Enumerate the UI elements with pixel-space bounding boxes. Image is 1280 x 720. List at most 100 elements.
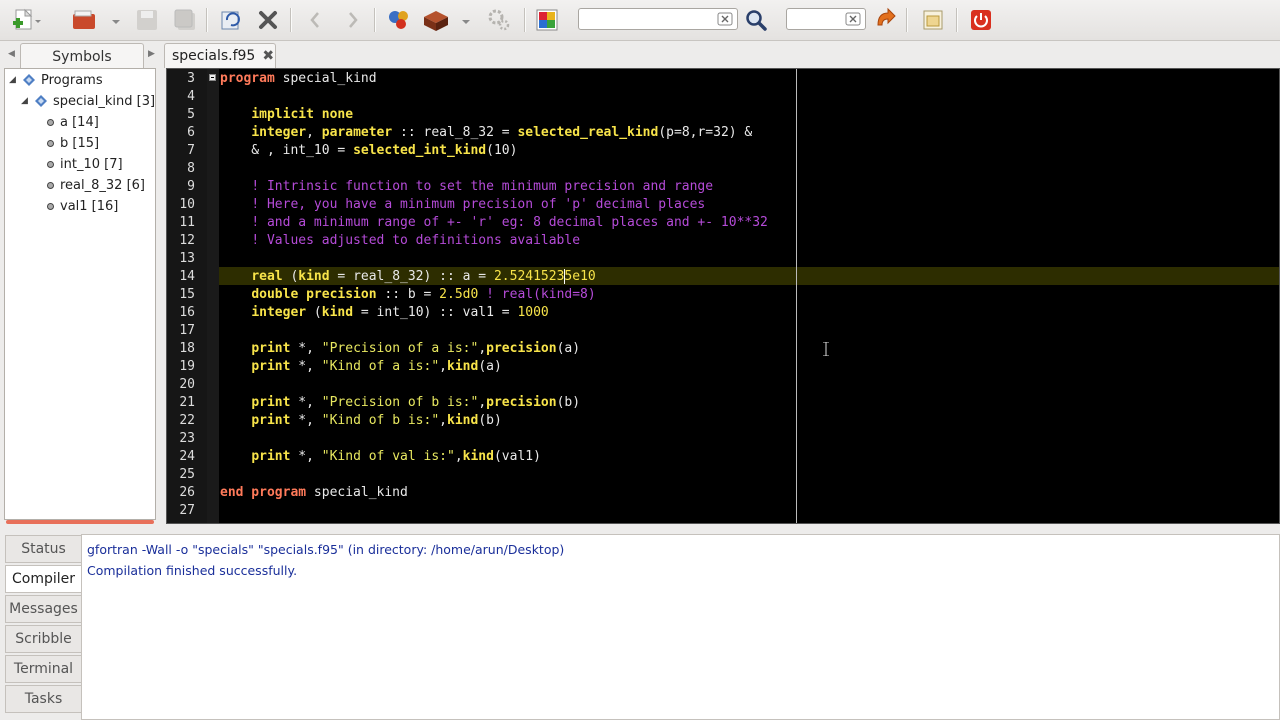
tree-item-b[interactable]: b [15] [47,133,99,153]
tab-scroll-right-icon[interactable]: ▶ [148,49,155,59]
tab-compiler[interactable]: Compiler [5,565,81,593]
forward-button[interactable] [338,6,368,34]
goto-line-field[interactable] [786,8,866,30]
line-source[interactable]: print *, "Precision of b is:",precision(… [220,394,580,412]
save-all-button[interactable] [170,6,200,34]
line-source[interactable]: ! and a minimum range of +- 'r' eg: 8 de… [220,214,768,232]
quit-button[interactable] [966,6,996,34]
revert-button[interactable] [216,6,246,34]
tree-item-real-8-32[interactable]: real_8_32 [6] [47,175,145,195]
close-tab-icon[interactable]: ✖ [262,48,274,64]
clear-search-icon[interactable] [717,12,733,26]
tab-specials-f95[interactable]: specials.f95 ✖ [164,43,276,68]
goto-line-input[interactable] [791,10,847,30]
tree-item-label: real_8_32 [6] [60,177,145,193]
line-number: 10 [179,197,195,212]
save-icon [137,10,157,30]
line-source[interactable]: ! Values adjusted to definitions availab… [220,232,580,250]
tree-item-a[interactable]: a [14] [47,112,99,132]
tree-item-label: b [15] [60,135,100,151]
search-icon [746,10,767,31]
save-all-icon [174,9,195,30]
tab-symbols[interactable]: Symbols [20,43,144,69]
search-input[interactable] [583,10,719,30]
line-number: 24 [179,449,195,464]
clear-goto-icon[interactable] [845,12,861,26]
line-number: 16 [179,305,195,320]
line-source[interactable]: ! Here, you have a minimum precision of … [220,196,705,214]
tree-item-label: Programs [41,72,103,88]
line-number: 22 [179,413,195,428]
line-source[interactable]: print *, "Kind of a is:",kind(a) [220,358,501,376]
line-source[interactable]: double precision :: b = 2.5d0 ! real(kin… [220,286,595,304]
line-source[interactable]: integer, parameter :: real_8_32 = select… [220,124,752,142]
line-number: 18 [179,341,195,356]
line-number: 21 [179,395,195,410]
new-file-button[interactable] [8,6,44,34]
compiler-message[interactable]: Compilation finished successfully. [87,564,1274,585]
sidebar-scrollbar[interactable] [6,520,154,524]
compiler-output[interactable]: gfortran -Wall -o "specials" "specials.f… [81,534,1280,720]
long-line-marker [796,69,797,523]
program-group-icon [23,74,35,86]
compiler-message[interactable]: gfortran -Wall -o "specials" "specials.f… [87,543,1274,564]
line-number: 7 [187,143,195,158]
line-source[interactable]: ! Intrinsic function to set the minimum … [220,178,713,196]
main-toolbar [0,0,1280,41]
tab-tasks[interactable]: Tasks [5,685,81,713]
preferences-icon [923,10,943,30]
tab-label: specials.f95 [172,48,256,64]
tab-terminal[interactable]: Terminal [5,655,81,683]
expander-icon[interactable]: ◢ [9,75,21,85]
expander-icon[interactable]: ◢ [21,96,33,106]
line-number: 15 [179,287,195,302]
line-source[interactable]: print *, "Kind of b is:",kind(b) [220,412,501,430]
open-file-button[interactable] [68,6,120,34]
save-button[interactable] [132,6,162,34]
line-number: 13 [179,251,195,266]
tab-scroll-left-icon[interactable]: ◀ [8,49,15,59]
line-source[interactable]: print *, "Kind of val is:",kind(val1) [220,448,541,466]
editor-tabbar: specials.f95 ✖ [162,40,1280,68]
search-field[interactable] [578,8,738,30]
line-number: 11 [179,215,195,230]
line-number: 3 [187,71,195,86]
variable-icon [47,160,54,168]
color-chooser-button[interactable] [532,6,562,34]
line-number: 27 [179,503,195,518]
jump-to-line-button[interactable] [870,6,900,34]
tree-item-label: val1 [16] [60,198,119,214]
fold-toggle-icon[interactable] [209,74,216,81]
tree-item-label: int_10 [7] [60,156,123,172]
revert-icon [221,11,240,30]
compile-button[interactable] [384,6,414,34]
tab-messages[interactable]: Messages [5,595,81,623]
line-source[interactable]: end program special_kind [220,484,408,502]
tree-item-int-10[interactable]: int_10 [7] [47,154,123,174]
close-file-button[interactable] [253,6,283,34]
color-chooser-icon [536,9,558,31]
line-source[interactable]: integer (kind = int_10) :: val1 = 1000 [220,304,548,322]
line-source[interactable]: program special_kind [220,70,377,88]
execute-button[interactable] [482,6,516,34]
preferences-button[interactable] [918,6,948,34]
line-source[interactable]: print *, "Precision of a is:",precision(… [220,340,580,358]
search-button[interactable] [741,6,771,34]
line-source[interactable]: real (kind = real_8_32) :: a = 2.5241523… [220,268,596,286]
message-window: Status Compiler Messages Scribble Termin… [0,530,1280,720]
symbol-tree: ◢ Programs ◢ special_kind [3] a [14] b [… [4,68,156,520]
line-number: 8 [187,161,195,176]
tree-item-val1[interactable]: val1 [16] [47,196,118,216]
tab-status[interactable]: Status [5,535,81,563]
line-source[interactable]: & , int_10 = selected_int_kind(10) [220,142,517,160]
line-source[interactable]: implicit none [220,106,353,124]
sidebar-tabbar: ◀ Symbols ▶ [0,40,162,69]
code-editor[interactable]: 3 program special_kind 4 5 implicit none 6 i… [166,68,1280,524]
line-number: 20 [179,377,195,392]
tab-scribble[interactable]: Scribble [5,625,81,653]
fold-margin [207,69,219,523]
back-button[interactable] [300,6,330,34]
tree-item-special-kind[interactable]: ◢ special_kind [3] [21,91,155,111]
tree-item-programs[interactable]: ◢ Programs [9,70,103,90]
build-button[interactable] [420,6,476,34]
